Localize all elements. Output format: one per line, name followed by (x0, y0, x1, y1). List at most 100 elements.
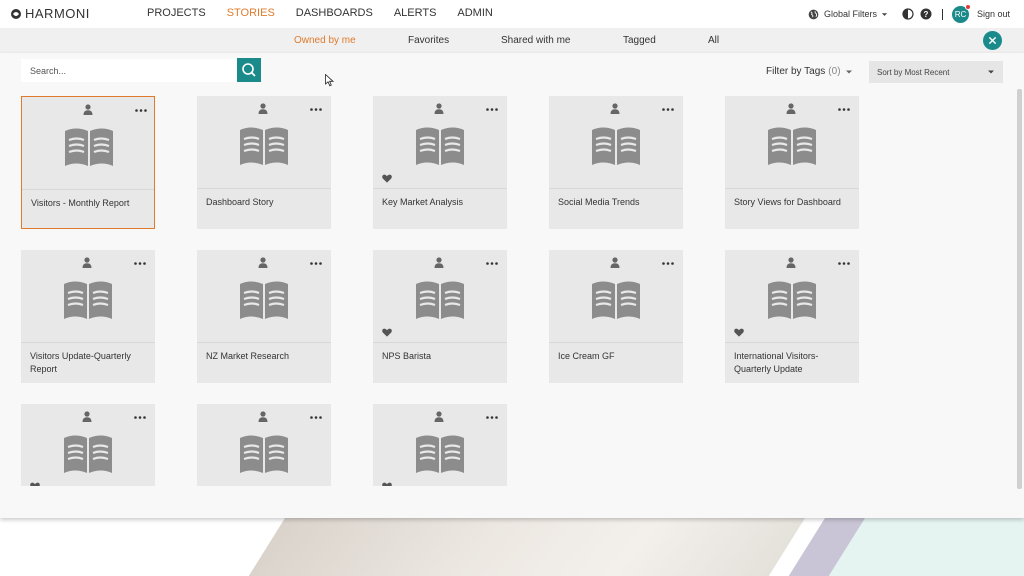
story-book-icon (240, 435, 288, 473)
more-options-icon[interactable] (134, 416, 146, 419)
nav-projects[interactable]: PROJECTS (147, 7, 206, 19)
more-options-icon[interactable] (486, 108, 498, 111)
harmoni-logo-icon (11, 8, 21, 19)
favorite-heart-icon[interactable] (382, 328, 392, 337)
tab-shared-with-me[interactable]: Shared with me (501, 35, 570, 46)
nav-admin[interactable]: ADMIN (457, 7, 492, 19)
more-options-icon[interactable] (838, 108, 850, 111)
story-thumbnail (22, 97, 154, 189)
card-divider (549, 188, 683, 189)
story-title: Key Market Analysis (382, 197, 464, 207)
theme-contrast-icon[interactable] (902, 8, 914, 20)
help-icon[interactable]: ? (920, 8, 932, 20)
story-book-icon (65, 128, 113, 166)
owner-person-icon (258, 103, 268, 114)
story-card[interactable]: Dashboard Story (197, 96, 331, 229)
favorite-heart-icon[interactable] (734, 328, 744, 337)
chevron-down-icon (845, 70, 852, 73)
owner-person-icon (786, 103, 796, 114)
story-title: NZ Market Research (206, 351, 290, 361)
story-card[interactable]: Visitors - Monthly Report (21, 96, 155, 229)
global-filters-label[interactable]: Global Filters (824, 9, 877, 19)
app-logo[interactable]: HARMONI (10, 6, 90, 21)
story-card[interactable]: Ice Cream GF (549, 250, 683, 383)
story-book-icon (592, 281, 640, 319)
owner-person-icon (82, 257, 92, 268)
story-card[interactable]: NPS Barista (373, 250, 507, 383)
more-options-icon[interactable] (662, 108, 674, 111)
story-card[interactable]: International Visitors-Quarterly Update (725, 250, 859, 383)
story-card[interactable]: Social Media Trends (549, 96, 683, 229)
filter-by-tags-dropdown[interactable]: Filter by Tags (0) (766, 66, 853, 77)
owner-person-icon (83, 104, 93, 115)
owner-person-icon (82, 411, 92, 422)
story-card[interactable]: Key Market Analysis (373, 96, 507, 229)
nav-stories[interactable]: STORIES (227, 7, 275, 19)
story-book-icon (64, 435, 112, 473)
nav-alerts[interactable]: ALERTS (394, 7, 437, 19)
story-filter-tabs: Owned by me Favorites Shared with me Tag… (0, 28, 1024, 53)
brand-name: HARMONI (25, 6, 90, 21)
header-tools: Global Filters ? RC Sign out (808, 3, 1010, 24)
story-thumbnail (373, 250, 507, 342)
more-options-icon[interactable] (310, 262, 322, 265)
more-options-icon[interactable] (310, 416, 322, 419)
scrollbar[interactable] (1017, 89, 1022, 489)
tab-favorites[interactable]: Favorites (408, 35, 449, 46)
tab-tagged[interactable]: Tagged (623, 35, 656, 46)
more-options-icon[interactable] (134, 262, 146, 265)
story-card[interactable]: NZ Market Research (197, 250, 331, 383)
card-divider (22, 189, 154, 190)
owner-person-icon (434, 103, 444, 114)
tab-owned-by-me[interactable]: Owned by me (294, 35, 356, 46)
owner-person-icon (258, 257, 268, 268)
sign-out-link[interactable]: Sign out (977, 9, 1010, 19)
story-book-icon (768, 127, 816, 165)
card-divider (197, 342, 331, 343)
tab-all[interactable]: All (708, 35, 719, 46)
story-title: NPS Barista (382, 351, 432, 361)
svg-text:?: ? (924, 10, 929, 19)
story-thumbnail (725, 96, 859, 188)
search-button[interactable] (237, 58, 261, 82)
story-title: Dashboard Story (206, 197, 274, 207)
more-options-icon[interactable] (310, 108, 322, 111)
notification-dot (964, 3, 971, 10)
story-book-icon (240, 127, 288, 165)
story-card[interactable]: Visitors Update-Quarterly Report (21, 250, 155, 383)
story-title: Ice Cream GF (558, 351, 615, 361)
story-thumbnail (373, 404, 507, 486)
story-book-icon (592, 127, 640, 165)
story-card[interactable] (21, 404, 155, 486)
story-thumbnail (197, 404, 331, 486)
card-divider (725, 342, 859, 343)
chevron-down-icon[interactable] (881, 11, 888, 18)
globe-icon[interactable] (808, 9, 819, 20)
story-title: Story Views for Dashboard (734, 197, 841, 207)
user-avatar[interactable]: RC (951, 3, 971, 23)
nav-dashboards[interactable]: DASHBOARDS (296, 7, 373, 19)
story-card[interactable] (197, 404, 331, 486)
favorite-heart-icon[interactable] (382, 174, 392, 183)
story-title: Visitors - Monthly Report (31, 198, 130, 208)
more-options-icon[interactable] (135, 109, 147, 112)
story-card[interactable] (373, 404, 507, 486)
search-icon (242, 63, 256, 77)
more-options-icon[interactable] (662, 262, 674, 265)
story-title: International Visitors-Quarterly Update (734, 351, 819, 374)
card-divider (373, 342, 507, 343)
more-options-icon[interactable] (486, 416, 498, 419)
favorite-heart-icon[interactable] (30, 482, 40, 486)
top-nav-bar: HARMONI PROJECTS STORIES DASHBOARDS ALER… (0, 0, 1024, 28)
background-image (0, 518, 1024, 576)
favorite-heart-icon[interactable] (382, 482, 392, 486)
story-card[interactable]: Story Views for Dashboard (725, 96, 859, 229)
search-input[interactable] (21, 59, 237, 82)
more-options-icon[interactable] (486, 262, 498, 265)
story-thumbnail (197, 96, 331, 188)
sort-dropdown[interactable]: Sort by Most Recent (869, 61, 1003, 83)
card-divider (549, 342, 683, 343)
close-button[interactable] (983, 31, 1002, 50)
owner-person-icon (610, 257, 620, 268)
more-options-icon[interactable] (838, 262, 850, 265)
